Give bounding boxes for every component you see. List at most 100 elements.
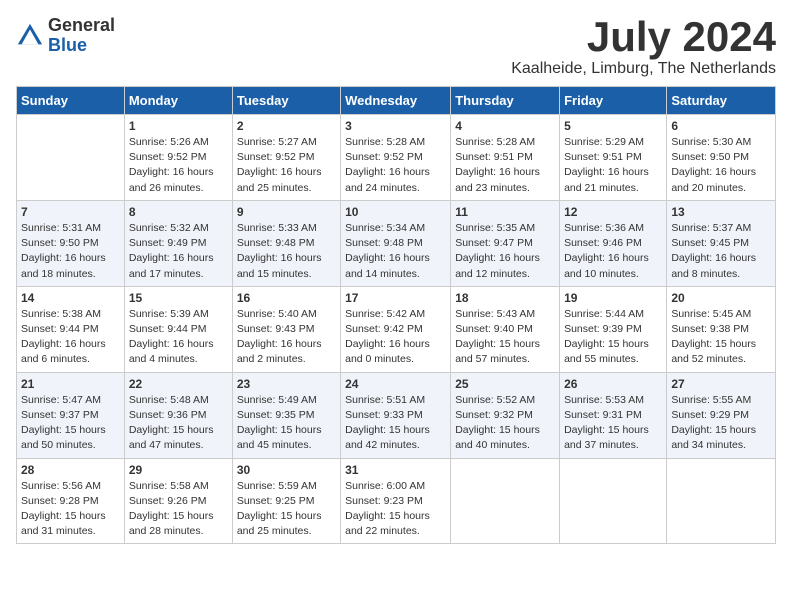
calendar-cell: 17 Sunrise: 5:42 AM Sunset: 9:42 PM Dayli… (341, 286, 451, 372)
calendar-cell: 13 Sunrise: 5:37 AM Sunset: 9:45 PM Dayli… (667, 200, 776, 286)
calendar-cell: 29Sunrise: 5:58 AM Sunset: 9:26 PM Dayli… (124, 458, 232, 544)
calendar-cell: 2 Sunrise: 5:27 AM Sunset: 9:52 PM Daylig… (232, 115, 340, 201)
day-info: Sunrise: 5:43 AM Sunset: 9:40 PM Dayligh… (455, 307, 555, 368)
day-number: 22 (129, 377, 228, 391)
day-info: Sunrise: 5:40 AM Sunset: 9:43 PM Dayligh… (237, 307, 336, 368)
day-info: Sunrise: 5:53 AM Sunset: 9:31 PM Dayligh… (564, 393, 662, 454)
month-title: July 2024 (511, 16, 776, 58)
day-number: 6 (671, 119, 771, 133)
day-info: Sunrise: 5:51 AM Sunset: 9:33 PM Dayligh… (345, 393, 446, 454)
column-header-wednesday: Wednesday (341, 87, 451, 115)
column-header-tuesday: Tuesday (232, 87, 340, 115)
day-number: 25 (455, 377, 555, 391)
calendar-week-row: 1 Sunrise: 5:26 AM Sunset: 9:52 PM Daylig… (17, 115, 776, 201)
day-info: Sunrise: 5:34 AM Sunset: 9:48 PM Dayligh… (345, 221, 446, 282)
day-info: Sunrise: 5:39 AM Sunset: 9:44 PM Dayligh… (129, 307, 228, 368)
logo-blue: Blue (48, 36, 115, 56)
calendar-cell (667, 458, 776, 544)
day-info: Sunrise: 5:33 AM Sunset: 9:48 PM Dayligh… (237, 221, 336, 282)
calendar-cell: 30 Sunrise: 5:59 AM Sunset: 9:25 PM Dayli… (232, 458, 340, 544)
day-info: Sunrise: 5:26 AM Sunset: 9:52 PM Dayligh… (129, 135, 228, 196)
day-number: 30 (237, 463, 336, 477)
day-number: 2 (237, 119, 336, 133)
day-info: Sunrise: 5:29 AM Sunset: 9:51 PM Dayligh… (564, 135, 662, 196)
logo: General Blue (16, 16, 115, 56)
calendar-cell: 28 Sunrise: 5:56 AM Sunset: 9:28 PM Dayli… (17, 458, 125, 544)
calendar-cell (560, 458, 667, 544)
calendar-cell: 10 Sunrise: 5:34 AM Sunset: 9:48 PM Dayli… (341, 200, 451, 286)
calendar-cell: 4 Sunrise: 5:28 AM Sunset: 9:51 PM Daylig… (451, 115, 560, 201)
day-number: 14 (21, 291, 120, 305)
calendar-cell: 8 Sunrise: 5:32 AM Sunset: 9:49 PM Daylig… (124, 200, 232, 286)
day-info: Sunrise: 5:44 AM Sunset: 9:39 PM Dayligh… (564, 307, 662, 368)
calendar-cell (17, 115, 125, 201)
day-info: Sunrise: 6:00 AM Sunset: 9:23 PM Dayligh… (345, 479, 446, 540)
calendar-cell: 26 Sunrise: 5:53 AM Sunset: 9:31 PM Dayli… (560, 372, 667, 458)
day-info: Sunrise: 5:28 AM Sunset: 9:52 PM Dayligh… (345, 135, 446, 196)
calendar-cell: 14Sunrise: 5:38 AM Sunset: 9:44 PM Dayli… (17, 286, 125, 372)
column-header-thursday: Thursday (451, 87, 560, 115)
column-header-saturday: Saturday (667, 87, 776, 115)
day-number: 11 (455, 205, 555, 219)
day-number: 26 (564, 377, 662, 391)
calendar-cell: 15Sunrise: 5:39 AM Sunset: 9:44 PM Dayli… (124, 286, 232, 372)
day-number: 24 (345, 377, 446, 391)
calendar-cell: 6Sunrise: 5:30 AM Sunset: 9:50 PM Daylig… (667, 115, 776, 201)
day-number: 21 (21, 377, 120, 391)
day-number: 12 (564, 205, 662, 219)
calendar-cell: 25Sunrise: 5:52 AM Sunset: 9:32 PM Dayli… (451, 372, 560, 458)
day-info: Sunrise: 5:58 AM Sunset: 9:26 PM Dayligh… (129, 479, 228, 540)
day-number: 16 (237, 291, 336, 305)
calendar-week-row: 28 Sunrise: 5:56 AM Sunset: 9:28 PM Dayli… (17, 458, 776, 544)
day-info: Sunrise: 5:35 AM Sunset: 9:47 PM Dayligh… (455, 221, 555, 282)
day-info: Sunrise: 5:56 AM Sunset: 9:28 PM Dayligh… (21, 479, 120, 540)
day-number: 4 (455, 119, 555, 133)
calendar-cell (451, 458, 560, 544)
day-number: 27 (671, 377, 771, 391)
day-info: Sunrise: 5:36 AM Sunset: 9:46 PM Dayligh… (564, 221, 662, 282)
day-number: 10 (345, 205, 446, 219)
day-number: 8 (129, 205, 228, 219)
calendar-cell: 3Sunrise: 5:28 AM Sunset: 9:52 PM Daylig… (341, 115, 451, 201)
day-number: 19 (564, 291, 662, 305)
day-info: Sunrise: 5:32 AM Sunset: 9:49 PM Dayligh… (129, 221, 228, 282)
day-info: Sunrise: 5:42 AM Sunset: 9:42 PM Dayligh… (345, 307, 446, 368)
day-number: 17 (345, 291, 446, 305)
day-number: 28 (21, 463, 120, 477)
day-number: 23 (237, 377, 336, 391)
day-info: Sunrise: 5:37 AM Sunset: 9:45 PM Dayligh… (671, 221, 771, 282)
calendar-cell: 21 Sunrise: 5:47 AM Sunset: 9:37 PM Dayli… (17, 372, 125, 458)
day-info: Sunrise: 5:55 AM Sunset: 9:29 PM Dayligh… (671, 393, 771, 454)
calendar-week-row: 21 Sunrise: 5:47 AM Sunset: 9:37 PM Dayli… (17, 372, 776, 458)
day-info: Sunrise: 5:48 AM Sunset: 9:36 PM Dayligh… (129, 393, 228, 454)
day-number: 9 (237, 205, 336, 219)
day-info: Sunrise: 5:49 AM Sunset: 9:35 PM Dayligh… (237, 393, 336, 454)
calendar-cell: 31Sunrise: 6:00 AM Sunset: 9:23 PM Dayli… (341, 458, 451, 544)
calendar-cell: 7 Sunrise: 5:31 AM Sunset: 9:50 PM Daylig… (17, 200, 125, 286)
column-header-sunday: Sunday (17, 87, 125, 115)
calendar-cell: 11 Sunrise: 5:35 AM Sunset: 9:47 PM Dayli… (451, 200, 560, 286)
day-number: 7 (21, 205, 120, 219)
day-info: Sunrise: 5:59 AM Sunset: 9:25 PM Dayligh… (237, 479, 336, 540)
calendar-cell: 23 Sunrise: 5:49 AM Sunset: 9:35 PM Dayli… (232, 372, 340, 458)
calendar-week-row: 7 Sunrise: 5:31 AM Sunset: 9:50 PM Daylig… (17, 200, 776, 286)
logo-icon (16, 22, 44, 50)
day-info: Sunrise: 5:27 AM Sunset: 9:52 PM Dayligh… (237, 135, 336, 196)
day-number: 18 (455, 291, 555, 305)
calendar-cell: 24 Sunrise: 5:51 AM Sunset: 9:33 PM Dayli… (341, 372, 451, 458)
day-number: 13 (671, 205, 771, 219)
day-info: Sunrise: 5:28 AM Sunset: 9:51 PM Dayligh… (455, 135, 555, 196)
column-header-friday: Friday (560, 87, 667, 115)
day-info: Sunrise: 5:47 AM Sunset: 9:37 PM Dayligh… (21, 393, 120, 454)
calendar-cell: 12 Sunrise: 5:36 AM Sunset: 9:46 PM Dayli… (560, 200, 667, 286)
day-number: 5 (564, 119, 662, 133)
calendar-week-row: 14Sunrise: 5:38 AM Sunset: 9:44 PM Dayli… (17, 286, 776, 372)
calendar-cell: 19 Sunrise: 5:44 AM Sunset: 9:39 PM Dayli… (560, 286, 667, 372)
calendar-cell: 18 Sunrise: 5:43 AM Sunset: 9:40 PM Dayli… (451, 286, 560, 372)
day-info: Sunrise: 5:45 AM Sunset: 9:38 PM Dayligh… (671, 307, 771, 368)
logo-text: General Blue (48, 16, 115, 56)
calendar-cell: 16 Sunrise: 5:40 AM Sunset: 9:43 PM Dayli… (232, 286, 340, 372)
day-info: Sunrise: 5:31 AM Sunset: 9:50 PM Dayligh… (21, 221, 120, 282)
day-number: 1 (129, 119, 228, 133)
day-number: 20 (671, 291, 771, 305)
